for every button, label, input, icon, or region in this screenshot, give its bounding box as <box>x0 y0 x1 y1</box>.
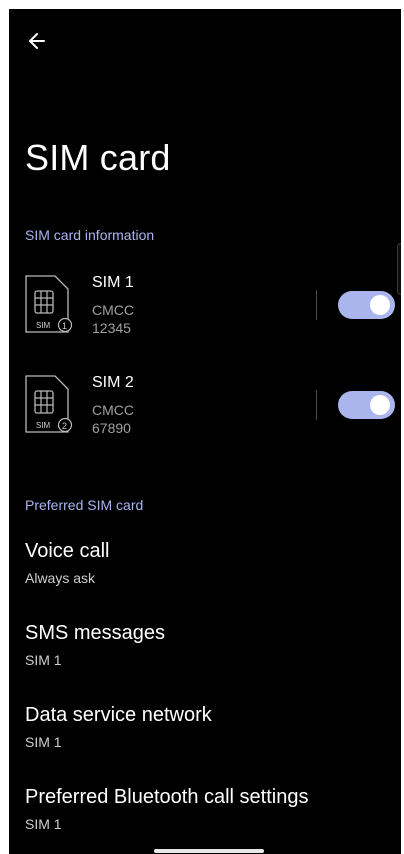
pref-item-title: Voice call <box>25 540 110 562</box>
divider <box>316 290 317 320</box>
page-title: SIM card <box>25 137 171 178</box>
sim-number: 12345 <box>92 320 131 336</box>
sim-slot-number: 2 <box>62 421 67 431</box>
pref-item-value: SIM 1 <box>25 734 62 750</box>
sim-row-1[interactable]: SIM 1 SIM 1 CMCC 12345 <box>9 274 401 354</box>
toggle-knob <box>370 295 390 315</box>
pref-item-data-service-network[interactable]: Data service network SIM 1 <box>9 704 401 764</box>
sim-2-toggle[interactable] <box>338 391 395 419</box>
pref-item-title: Preferred Bluetooth call settings <box>25 786 309 808</box>
pref-item-value: SIM 1 <box>25 652 62 668</box>
pref-item-value: SIM 1 <box>25 816 62 832</box>
toggle-knob <box>370 395 390 415</box>
section-header-sim-info: SIM card information <box>25 227 155 243</box>
section-header-preferred-sim: Preferred SIM card <box>25 497 144 513</box>
sim-row-2[interactable]: SIM 2 SIM 2 CMCC 67890 <box>9 374 401 454</box>
sim-carrier: CMCC <box>92 402 134 418</box>
screen: SIM card SIM card information SIM 1 SIM … <box>9 9 401 854</box>
sim-name: SIM 2 <box>92 374 134 391</box>
sim-slot-number: 1 <box>62 321 67 331</box>
sim-card-icon: SIM 1 <box>25 275 73 333</box>
gesture-nav-bar[interactable] <box>154 849 264 853</box>
sim-carrier: CMCC <box>92 302 134 318</box>
sim-number: 67890 <box>92 420 131 436</box>
pref-item-title: SMS messages <box>25 622 166 644</box>
sim-icon-label: SIM <box>36 321 51 330</box>
sim-card-icon: SIM 2 <box>25 375 73 433</box>
pref-item-voice-call[interactable]: Voice call Always ask <box>9 540 401 600</box>
pref-item-title: Data service network <box>25 704 212 726</box>
sim-name: SIM 1 <box>92 274 134 291</box>
pref-item-sms-messages[interactable]: SMS messages SIM 1 <box>9 622 401 682</box>
pref-item-bluetooth-call[interactable]: Preferred Bluetooth call settings SIM 1 <box>9 786 401 846</box>
divider <box>316 390 317 420</box>
pref-item-value: Always ask <box>25 570 96 586</box>
arrow-left-icon <box>29 33 45 49</box>
back-button[interactable] <box>23 27 51 55</box>
edge-panel-handle[interactable] <box>397 243 401 295</box>
sim-icon-label: SIM <box>36 421 51 430</box>
sim-1-toggle[interactable] <box>338 291 395 319</box>
